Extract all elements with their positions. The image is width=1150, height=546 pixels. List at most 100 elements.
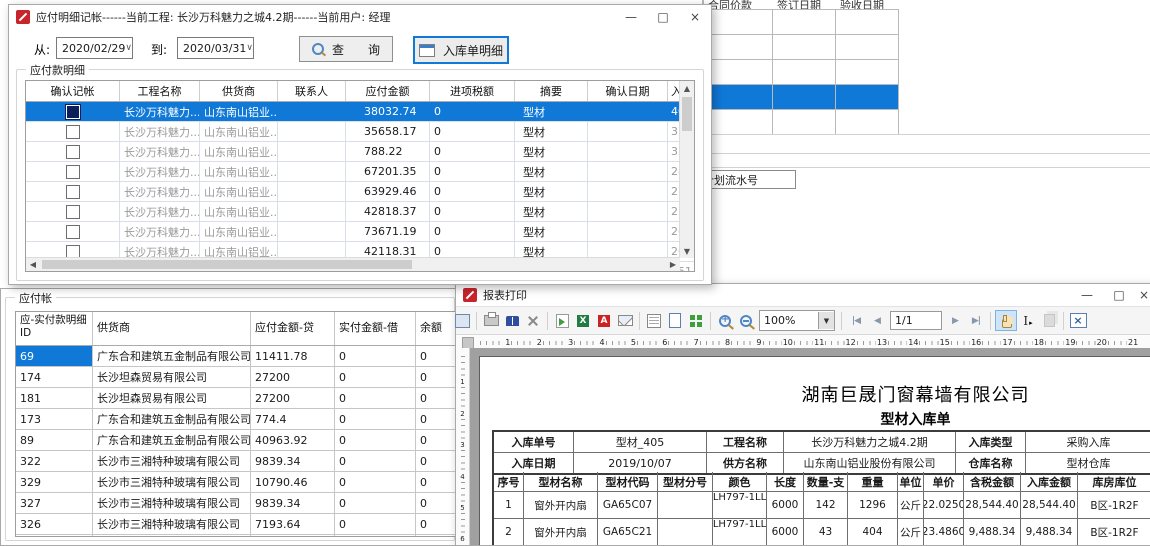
window-title: 应付明细记帐------当前工程: 长沙万科魅力之城4.2期------当前用户… — [36, 9, 391, 25]
copy-icon[interactable] — [1039, 311, 1059, 330]
table-row[interactable]: 长沙万科魅力... 山东南山铝业... 63929.46 0 型材 276 — [26, 182, 694, 202]
table-row[interactable] — [703, 34, 899, 59]
zoom-level-combo[interactable]: 100% ▼ — [759, 310, 835, 331]
background-table-header: 合同价款 签订日期 验收日期 — [703, 0, 899, 9]
column-header-supplier[interactable]: 供货商 — [93, 312, 251, 345]
table-row[interactable]: 181 长沙坦森贸易有限公司 27200 0 0 — [16, 388, 468, 409]
print-icon[interactable] — [481, 311, 501, 330]
table-row[interactable]: 长沙万科魅力... 山东南山铝业... 73671.19 0 型材 266 — [26, 222, 694, 242]
column-header-debit[interactable]: 实付金额-借 — [335, 312, 416, 345]
confirm-checkbox[interactable] — [66, 225, 80, 239]
column-header-accept-date: 验收日期 — [836, 0, 899, 9]
chevron-down-icon[interactable]: ∨ — [125, 43, 132, 53]
text-select-icon[interactable]: I — [1018, 311, 1038, 330]
chevron-down-icon[interactable]: ∨ — [246, 43, 253, 53]
column-header-confirm-date[interactable]: 确认日期 — [588, 81, 668, 101]
multi-page-icon[interactable] — [686, 311, 706, 330]
to-date-value: 2020/03/31 — [183, 42, 246, 55]
table-row[interactable]: 69 广东合和建筑五金制品有限公司 11411.78 0 0 — [16, 346, 468, 367]
search-icon — [312, 43, 324, 55]
maximize-button[interactable]: □ — [647, 5, 679, 29]
minimize-button[interactable]: — — [1071, 283, 1103, 307]
table-row[interactable]: 长沙万科魅力... 山东南山铝业... 38032.74 0 型材 405 — [26, 102, 694, 122]
close-button[interactable]: × — [679, 5, 711, 29]
table-row[interactable] — [703, 9, 899, 34]
table-row[interactable] — [703, 59, 899, 84]
minimize-button[interactable]: — — [615, 5, 647, 29]
confirm-checkbox[interactable] — [66, 185, 80, 199]
zoom-in-icon[interactable] — [715, 311, 735, 330]
report-window-titlebar[interactable]: 报表打印 — □ × — [456, 284, 1150, 306]
page-indicator-value: 1/1 — [895, 314, 913, 327]
table-row[interactable] — [703, 84, 899, 109]
column-header-amount[interactable]: 应付金额 — [346, 81, 430, 101]
table-row[interactable]: 长沙市三湘特种玻璃有限公司 — [16, 535, 468, 537]
from-date-combo[interactable]: 2020/02/29 ∨ — [56, 37, 133, 59]
column-header-credit[interactable]: 应付金额-贷 — [251, 312, 335, 345]
table-row[interactable]: 长沙万科魅力... 山东南山铝业... 35658.17 0 型材 376 — [26, 122, 694, 142]
table-row[interactable]: 174 长沙坦森贸易有限公司 27200 0 0 — [16, 367, 468, 388]
table-row[interactable]: 长沙万科魅力... 山东南山铝业... 67201.35 0 型材 283 — [26, 162, 694, 182]
zoom-out-icon[interactable] — [736, 311, 756, 330]
print-layout-icon[interactable] — [644, 311, 664, 330]
first-page-icon[interactable]: |◀ — [846, 311, 866, 330]
close-button[interactable]: × — [1135, 283, 1150, 307]
options-tools-icon[interactable] — [523, 311, 543, 330]
page-setup-book-icon[interactable] — [502, 311, 522, 330]
next-page-icon[interactable]: ▶ — [945, 311, 965, 330]
column-header-contact[interactable]: 联系人 — [278, 81, 346, 101]
report-preview-area[interactable]: 123456 湖南巨晟门窗幕墙有限公司 型材入库单 入库单号 型材_405 工程… — [456, 348, 1150, 545]
column-header-supplier[interactable]: 供货商 — [200, 81, 278, 101]
scroll-right-icon[interactable]: ▶ — [666, 258, 680, 271]
scroll-down-icon[interactable]: ▼ — [680, 244, 694, 258]
prev-page-icon[interactable]: ◀ — [867, 311, 887, 330]
table-row[interactable]: 173 广东合和建筑五金制品有限公司 774.4 0 0 — [16, 409, 468, 430]
table-row[interactable]: 长沙万科魅力... 山东南山铝业... 42818.37 0 型材 275 — [26, 202, 694, 222]
table-row[interactable]: 329 长沙市三湘特种玻璃有限公司 10790.46 0 0 — [16, 472, 468, 493]
scroll-left-icon[interactable]: ◀ — [26, 258, 40, 271]
maximize-button[interactable]: □ — [1103, 283, 1135, 307]
confirm-checkbox[interactable] — [66, 145, 80, 159]
scroll-up-icon[interactable]: ▲ — [680, 81, 694, 95]
last-page-icon[interactable]: ▶| — [966, 311, 986, 330]
table-row[interactable]: 326 长沙市三湘特种玻璃有限公司 7193.64 0 0 — [16, 514, 468, 535]
confirm-checkbox[interactable] — [66, 165, 80, 179]
payable-detail-titlebar[interactable]: 应付明细记帐------当前工程: 长沙万科魅力之城4.2期------当前用户… — [9, 5, 711, 29]
design-icon[interactable] — [452, 311, 472, 330]
table-row[interactable]: 89 广东合和建筑五金制品有限公司 40963.92 0 0 — [16, 430, 468, 451]
column-header-summary[interactable]: 摘要 — [515, 81, 588, 101]
query-button[interactable]: 查 询 — [299, 36, 393, 62]
divider — [702, 167, 1150, 168]
divider — [702, 134, 1150, 135]
hand-tool-icon[interactable] — [995, 310, 1017, 331]
scrollbar-thumb[interactable] — [682, 97, 692, 131]
table-row[interactable]: 322 长沙市三湘特种玻璃有限公司 9839.34 0 0 — [16, 451, 468, 472]
close-preview-icon[interactable]: × — [1068, 311, 1088, 330]
single-page-icon[interactable] — [665, 311, 685, 330]
column-header-tax[interactable]: 进项税额 — [430, 81, 515, 101]
detail-row: 2 窗外开内扇 GA65C21 LH797-1LL 6000 43 404 公斤… — [494, 519, 1150, 545]
plan-serial-field[interactable]: 计划流水号 — [700, 170, 796, 189]
vertical-scrollbar[interactable]: ▲ ▼ — [679, 81, 694, 258]
page-indicator-field[interactable]: 1/1 — [890, 311, 942, 330]
report-doc-title: 型材入库单 — [492, 409, 1150, 429]
scrollbar-thumb[interactable] — [42, 260, 412, 269]
confirm-checkbox[interactable] — [66, 105, 80, 119]
to-date-combo[interactable]: 2020/03/31 ∨ — [177, 37, 254, 59]
confirm-checkbox[interactable] — [66, 125, 80, 139]
table-row[interactable]: 长沙万科魅力... 山东南山铝业... 788.22 0 型材 358 — [26, 142, 694, 162]
column-header-confirm[interactable]: 确认记帐 — [26, 81, 120, 101]
export-excel-icon[interactable]: X — [573, 311, 593, 330]
confirm-checkbox[interactable] — [66, 205, 80, 219]
table-row[interactable] — [703, 109, 899, 135]
export-icon[interactable] — [552, 311, 572, 330]
zoom-dropdown-arrow-icon[interactable]: ▼ — [818, 312, 834, 329]
column-header-id[interactable]: 应-实付款明细ID — [16, 312, 93, 345]
inbound-detail-button[interactable]: 入库单明细 — [413, 36, 509, 64]
export-pdf-icon[interactable]: A — [594, 311, 614, 330]
table-row[interactable]: 327 长沙市三湘特种玻璃有限公司 9839.34 0 0 — [16, 493, 468, 514]
grid-header: 确认记帐 工程名称 供货商 联系人 应付金额 进项税额 摘要 确认日期 入库 — [26, 81, 694, 102]
send-mail-icon[interactable] — [615, 311, 635, 330]
horizontal-scrollbar[interactable]: ◀ ▶ — [26, 257, 680, 271]
column-header-project[interactable]: 工程名称 — [120, 81, 200, 101]
